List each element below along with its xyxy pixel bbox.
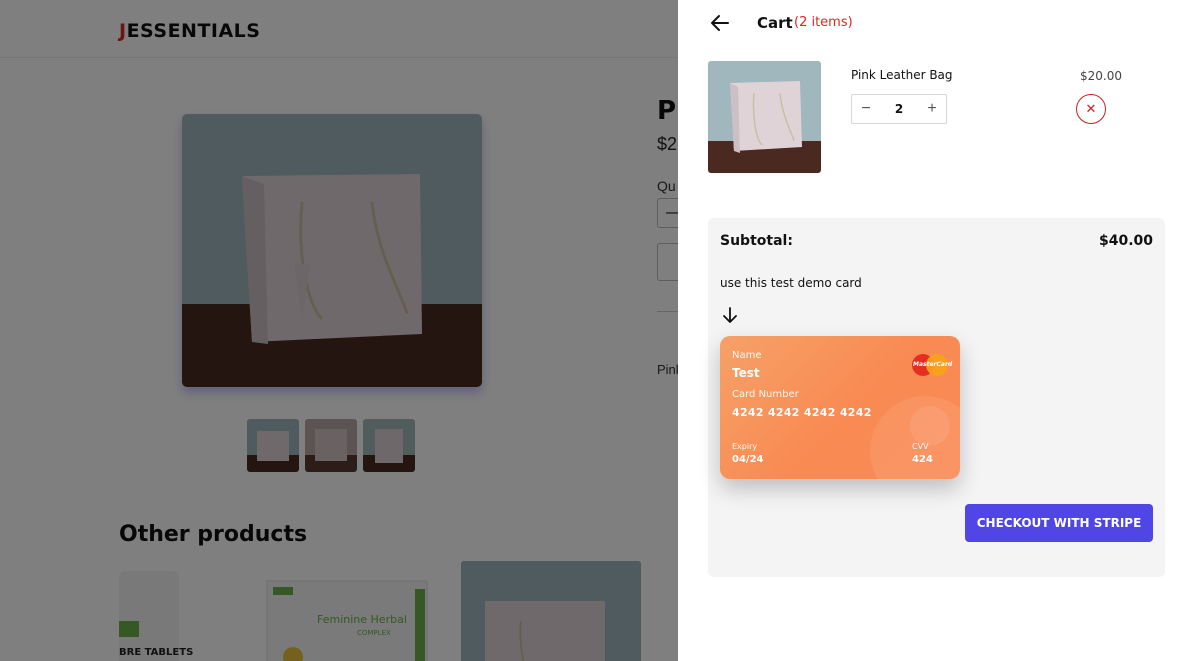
- cart-drawer: Cart (2 items) Pink Leather Bag $20.00 −…: [678, 0, 1194, 661]
- close-icon: ✕: [1085, 101, 1097, 116]
- card-name: Test: [732, 366, 760, 380]
- card-number-label: Card Number: [732, 389, 799, 400]
- cart-item-count: (2 items): [794, 15, 853, 30]
- demo-credit-card: MasterCard Name Test Card Number 4242 42…: [720, 336, 960, 479]
- back-arrow-icon[interactable]: [708, 11, 732, 35]
- arrow-down-icon: [720, 305, 740, 325]
- card-cvv-label: CVV: [912, 442, 929, 451]
- quantity-value: 2: [894, 102, 904, 116]
- quantity-stepper: − 2 +: [851, 94, 947, 124]
- card-cvv: 424: [912, 454, 933, 465]
- subtotal-label: Subtotal:: [720, 233, 793, 249]
- cart-summary: Subtotal: $40.00 use this test demo card…: [708, 218, 1165, 577]
- increment-button[interactable]: +: [924, 100, 940, 117]
- decrement-button[interactable]: −: [858, 100, 874, 117]
- cart-heading: Cart: [757, 14, 793, 32]
- cart-item-price: $20.00: [1080, 69, 1122, 83]
- cart-item-name: Pink Leather Bag: [851, 68, 953, 82]
- mastercard-icon: MasterCard: [912, 354, 952, 376]
- remove-item-button[interactable]: ✕: [1076, 94, 1106, 124]
- card-expiry-label: Expiry: [732, 442, 758, 451]
- card-expiry: 04/24: [732, 454, 764, 465]
- card-number: 4242 4242 4242 4242: [732, 406, 872, 419]
- card-name-label: Name: [732, 350, 762, 361]
- checkout-button[interactable]: CHECKOUT WITH STRIPE: [965, 504, 1153, 542]
- demo-card-hint: use this test demo card: [720, 276, 862, 290]
- subtotal-value: $40.00: [1098, 233, 1153, 249]
- cart-item-image: [708, 61, 821, 173]
